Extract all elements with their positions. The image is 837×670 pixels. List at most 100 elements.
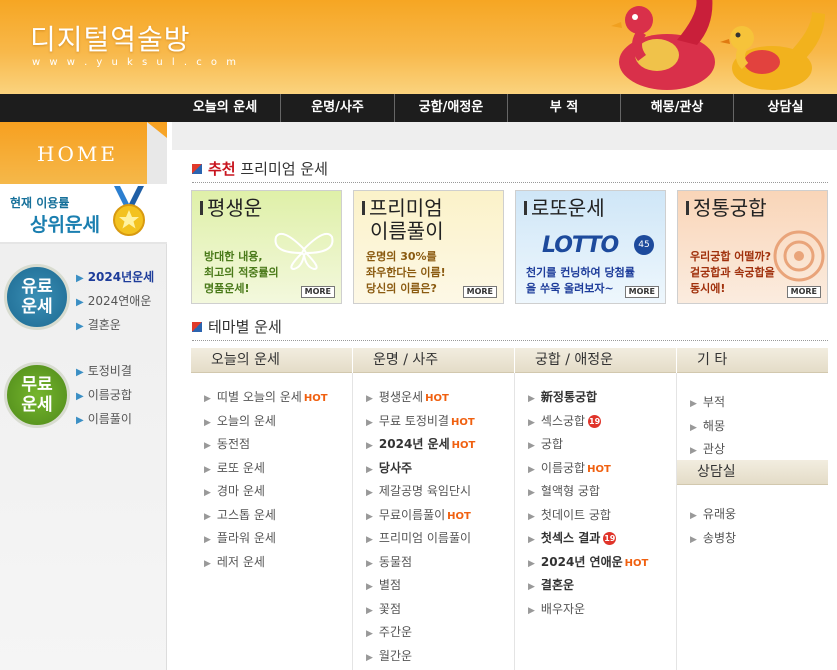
col-head-gunghap[interactable]: 궁합 / 애정운 [515, 348, 676, 373]
list-item[interactable]: ▶ 토정비결 [76, 362, 132, 386]
list-item[interactable]: ▶ 송병창 [690, 529, 736, 553]
list-item[interactable]: ▶ 해몽 [690, 417, 725, 441]
banner-desc: 운명의 30%를 좌우한다는 이름! 당신의 이름은? [366, 250, 446, 295]
more-button[interactable]: MORE [462, 286, 497, 298]
mandarin-ducks-icon [611, 0, 825, 90]
col-head-today[interactable]: 오늘의 운세 [191, 348, 352, 373]
paid-badge-label: 유료 운세 [21, 277, 53, 317]
list-item[interactable]: ▶ 2024연애운 [76, 292, 154, 316]
list-item[interactable]: ▶ 첫섹스 결과 19 [528, 529, 648, 553]
more-button[interactable]: MORE [786, 286, 821, 298]
list-item[interactable]: ▶ 新정통궁합 [528, 388, 648, 412]
banner-desc: 천기를 컨닝하여 당첨률 을 쑤욱 올려보자~ [526, 266, 635, 295]
rank-title: 상위운세 [30, 214, 100, 236]
list-item[interactable]: ▶ 2024년운세 [76, 268, 154, 292]
logo-url: w w w . y u k s u l . c o m [32, 57, 239, 68]
col-head-saju[interactable]: 운명 / 사주 [353, 348, 514, 373]
square-bullet-icon [192, 322, 202, 332]
gunghap-fortune-list: ▶ 新정통궁합 ▶ 섹스궁합 19 ▶ 궁합 ▶ 이름궁합 HOT ▶ 혈액형 궁합 ▶ 첫데이… [528, 388, 648, 623]
list-item[interactable]: ▶ 주간운 [366, 623, 475, 647]
banner-lotto[interactable]: 로또운세 LOTTO 45 천기를 컨닝하여 당첨률 을 쑤욱 올려보자~ MO… [515, 190, 666, 304]
divider [192, 182, 828, 183]
list-item[interactable]: ▶ 레저 운세 [204, 553, 328, 577]
more-button[interactable]: MORE [300, 286, 335, 298]
home-tab[interactable]: HOME [0, 122, 167, 184]
nav-gunghap[interactable]: 궁합/애정운 [394, 94, 507, 122]
list-item[interactable]: ▶ 2024년 운세 HOT [366, 435, 475, 459]
rank-banner[interactable]: 현재 이용률 상위운세 [0, 184, 167, 244]
ornament-icon [773, 230, 825, 282]
arrow-icon: ▶ [76, 367, 84, 378]
list-item[interactable]: ▶ 경마 운세 [204, 482, 328, 506]
col-divider [514, 373, 515, 670]
list-item[interactable]: ▶ 이름궁합 HOT [528, 459, 648, 483]
list-item[interactable]: ▶ 동물점 [366, 553, 475, 577]
list-item[interactable]: ▶ 부적 [690, 393, 725, 417]
free-fortune-badge: 무료 운세 [4, 362, 70, 428]
lotto-logo: LOTTO [542, 233, 619, 258]
list-item[interactable]: ▶ 제갈공명 육임단시 [366, 482, 475, 506]
banner-gunghap[interactable]: 정통궁합 우리궁합 어떨까? 겉궁합과 속궁합을 동시에! MORE [677, 190, 828, 304]
age19-icon: 19 [588, 414, 602, 428]
list-item[interactable]: ▶ 프리미엄 이름풀이 [366, 529, 475, 553]
saju-fortune-list: ▶ 평생운세 HOT ▶ 무료 토정비결 HOT ▶ 2024년 운세 HOT ▶ 당사주 ▶… [366, 388, 475, 670]
banner-premium-name[interactable]: 프리미엄 이름풀이 운명의 30%를 좌우한다는 이름! 당신의 이름은? MOR… [353, 190, 504, 304]
list-item[interactable]: ▶ 플라워 운세 [204, 529, 328, 553]
list-item[interactable]: ▶ 궁합 [528, 435, 648, 459]
rank-subtitle: 현재 이용률 [10, 196, 70, 210]
medal-icon [113, 186, 145, 236]
lotto-ball-icon: 45 [634, 235, 654, 255]
arrow-icon: ▶ [76, 415, 84, 426]
nav-today[interactable]: 오늘의 운세 [170, 94, 280, 122]
list-item[interactable]: ▶ 결혼운 [528, 576, 648, 600]
col-head-counsel[interactable]: 상담실 [677, 460, 828, 485]
arrow-icon: ▶ [76, 391, 84, 402]
list-item[interactable]: ▶ 무료이름풀이 HOT [366, 506, 475, 530]
list-item[interactable]: ▶ 무료 토정비결 HOT [366, 412, 475, 436]
list-item[interactable]: ▶ 이름궁합 [76, 386, 132, 410]
list-item[interactable]: ▶ 섹스궁합 19 [528, 412, 648, 436]
age19-icon: 19 [603, 532, 617, 545]
left-sidebar: HOME 현재 이용률 상위운세 유료 운세 ▶ 2024년운세 ▶ 2024연애운… [0, 122, 167, 670]
nav-counsel[interactable]: 상담실 [733, 94, 837, 122]
list-item[interactable]: ▶ 별점 [366, 576, 475, 600]
list-item[interactable]: ▶ 첫데이트 궁합 [528, 506, 648, 530]
banner-title: 정통궁합 [686, 197, 767, 220]
list-item[interactable]: ▶ 배우자운 [528, 600, 648, 624]
list-item[interactable]: ▶ 고스톱 운세 [204, 506, 328, 530]
list-item[interactable]: ▶ 오늘의 운세 [204, 412, 328, 436]
banner-title: 평생운 [200, 197, 262, 220]
nav-saju[interactable]: 운명/사주 [280, 94, 394, 122]
list-item[interactable]: ▶ 결혼운 [76, 316, 154, 340]
list-item[interactable]: ▶ 꽃점 [366, 600, 475, 624]
home-label: HOME [37, 142, 118, 166]
free-badge-label: 무료 운세 [21, 375, 53, 415]
banner-lifetime[interactable]: 평생운 방대한 내용, 최고의 적중률의 명품운세! MORE [191, 190, 342, 304]
logo-title[interactable]: 디지털역술방 [30, 18, 191, 58]
list-item[interactable]: ▶ 평생운세 HOT [366, 388, 475, 412]
site-header: 디지털역술방 w w w . y u k s u l . c o m [0, 0, 837, 94]
banner-title: 프리미엄 이름풀이 [362, 197, 444, 243]
list-item[interactable]: ▶ 2024년 연애운 HOT [528, 553, 648, 577]
more-button[interactable]: MORE [624, 286, 659, 298]
etc-list: ▶ 부적 ▶ 해몽 ▶ 관상 [690, 393, 725, 464]
free-fortune-list: ▶ 토정비결 ▶ 이름궁합 ▶ 이름풀이 [76, 362, 132, 434]
theme-heading: 테마별 운세 [192, 316, 282, 337]
col-divider [352, 373, 353, 670]
list-item[interactable]: ▶ 혈액형 궁합 [528, 482, 648, 506]
nav-bujeok[interactable]: 부 적 [507, 94, 620, 122]
main-top-strip [172, 122, 837, 150]
list-item[interactable]: ▶ 월간운 [366, 647, 475, 670]
divider [192, 340, 828, 341]
list-item[interactable]: ▶ 이름풀이 [76, 410, 132, 434]
main-nav: 오늘의 운세 운명/사주 궁합/애정운 부 적 해몽/관상 상담실 [0, 94, 837, 122]
list-item[interactable]: ▶ 동전점 [204, 435, 328, 459]
list-item[interactable]: ▶ 로또 운세 [204, 459, 328, 483]
list-item[interactable]: ▶ 당사주 [366, 459, 475, 483]
banner-title: 로또운세 [524, 197, 605, 220]
list-item[interactable]: ▶ 띠별 오늘의 운세 HOT [204, 388, 328, 412]
col-head-etc[interactable]: 기 타 [677, 348, 828, 373]
arrow-icon: ▶ [76, 273, 84, 284]
nav-dream[interactable]: 해몽/관상 [620, 94, 733, 122]
list-item[interactable]: ▶ 유래웅 [690, 505, 736, 529]
